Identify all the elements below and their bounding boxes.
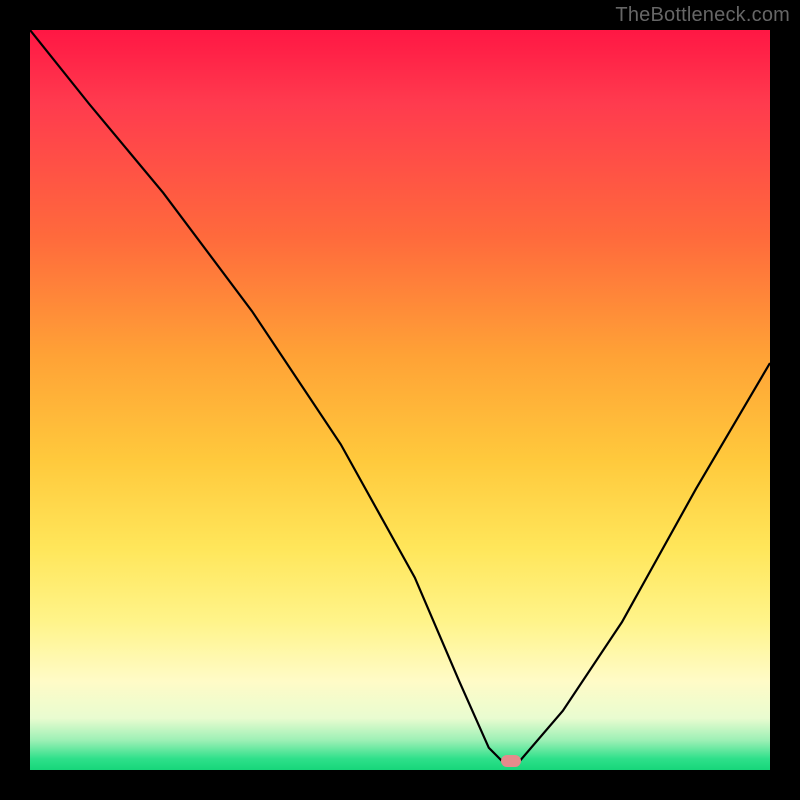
optimal-point-marker bbox=[501, 755, 521, 767]
curve-path bbox=[30, 30, 770, 763]
plot-area bbox=[30, 30, 770, 770]
bottleneck-curve bbox=[30, 30, 770, 770]
chart-frame: TheBottleneck.com bbox=[0, 0, 800, 800]
watermark-text: TheBottleneck.com bbox=[615, 4, 790, 27]
